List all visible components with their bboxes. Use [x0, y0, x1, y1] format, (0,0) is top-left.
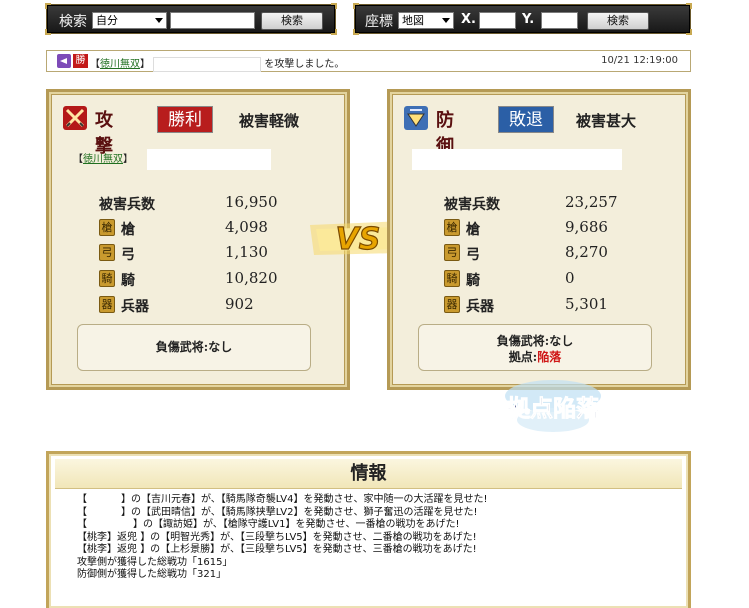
search-bar: 検索 自分 検索	[45, 3, 337, 35]
row-value: 0	[565, 269, 575, 287]
chevron-down-icon	[442, 18, 450, 23]
defense-row-cavalry: 騎 騎 0	[444, 269, 674, 289]
bow-icon: 弓	[444, 244, 460, 261]
map-select-value: 地図	[402, 14, 424, 27]
base-label: 拠点:	[508, 350, 538, 364]
y-label: Y.	[522, 12, 535, 27]
attack-row-cavalry: 騎 騎 10,820	[99, 269, 329, 289]
log-line: 【】の【武田晴信】が、【騎馬隊挟撃LV2】を発動させ、獅子奮迅の活躍を見せた!	[77, 506, 478, 518]
search-label: 検索	[59, 14, 87, 30]
horse-icon: 騎	[444, 270, 460, 287]
attack-result: 勝利	[157, 106, 213, 133]
row-label: 槍	[466, 222, 480, 238]
redacted-attacker	[147, 149, 271, 170]
row-label: 兵器	[466, 299, 494, 315]
row-value: 5,301	[565, 295, 608, 313]
crossed-swords-icon	[63, 106, 87, 130]
log-line: 【】の【諏訪姫】が、【槍隊守護LV1】を発動させ、一番槍の戦功をあげた!	[77, 519, 460, 530]
defense-wounded-box: 負傷武将:なし 拠点:陥落	[418, 324, 652, 371]
row-label: 弓	[466, 247, 480, 263]
row-label: 騎	[121, 273, 135, 289]
defense-total-value: 23,257	[565, 193, 618, 211]
shield-icon	[404, 106, 428, 130]
redacted-defender	[412, 149, 622, 170]
row-value: 4,098	[225, 218, 268, 236]
defense-damage-level: 被害甚大	[576, 112, 637, 130]
row-label: 弓	[121, 247, 135, 263]
search-scope-select[interactable]: 自分	[92, 12, 167, 29]
defense-row-spear: 槍 槍 9,686	[444, 218, 674, 238]
spear-icon: 槍	[444, 219, 460, 236]
log-line: 攻撃側が獲得した総戦功「1615」	[77, 556, 233, 568]
row-value: 9,686	[565, 218, 608, 236]
redacted-name	[153, 56, 262, 72]
info-title: 情報	[55, 459, 682, 489]
attack-total-value: 16,950	[225, 193, 278, 211]
chevron-down-icon	[155, 18, 163, 23]
attack-row-siege: 器 兵器 902	[99, 295, 329, 315]
spear-icon: 槍	[99, 219, 115, 236]
defense-row-bow: 弓 弓 8,270	[444, 243, 674, 263]
attack-panel: 攻撃 勝利 被害軽微 【徳川無双】 被害兵数 16,950 槍 槍 4,098 …	[46, 89, 350, 390]
siege-weapon-icon: 器	[99, 296, 115, 313]
row-value: 8,270	[565, 243, 608, 261]
vs-text: VS	[336, 222, 381, 257]
attacker-name: 【徳川無双】	[73, 154, 133, 165]
defense-total-label: 被害兵数	[444, 197, 500, 213]
search-button[interactable]: 検索	[261, 12, 323, 30]
coordinate-search-button[interactable]: 検索	[587, 12, 649, 30]
win-badge: 勝	[73, 54, 88, 68]
x-label: X.	[461, 12, 476, 27]
battle-notice: 勝 【徳川無双】 を攻撃しました。 10/21 12:19:00	[46, 50, 691, 72]
defense-panel: 防御 敗退 被害甚大 被害兵数 23,257 槍 槍 9,686 弓 弓 8,2…	[387, 89, 691, 390]
attack-row-bow: 弓 弓 1,130	[99, 243, 329, 263]
attack-wounded-text: 負傷武将:なし	[155, 340, 233, 354]
row-label: 槍	[121, 222, 135, 238]
log-line: 【桃李】返兜 】の【明智光秀】が、【三段撃ちLV5】を発動させ、二番槍の戦功をあ…	[77, 531, 477, 543]
base-status-line: 拠点:陥落	[419, 349, 651, 365]
coordinate-label: 座標	[365, 14, 393, 30]
search-scope-value: 自分	[96, 14, 118, 27]
attack-arrow-icon	[57, 54, 71, 68]
info-panel: 情報 【】の【吉川元春】が、【騎馬隊奇襲LV4】を発動させ、家中随一の大活躍を見…	[46, 451, 691, 608]
horse-icon: 騎	[99, 270, 115, 287]
search-input[interactable]	[170, 12, 255, 29]
siege-weapon-icon: 器	[444, 296, 460, 313]
defense-result: 敗退	[498, 106, 554, 133]
defense-wounded-text: 負傷武将:なし	[496, 334, 574, 348]
attacker-alliance-link[interactable]: 徳川無双	[83, 154, 123, 165]
attack-damage-level: 被害軽微	[239, 112, 300, 130]
notice-time: 10/21 12:19:00	[601, 55, 678, 66]
log-line: 【】の【吉川元春】が、【騎馬隊奇襲LV4】を発動させ、家中随一の大活躍を見せた!	[77, 494, 488, 505]
attack-total-label: 被害兵数	[99, 197, 155, 213]
notice-text: 【徳川無双】 を攻撃しました。	[90, 55, 344, 72]
info-log: 【】の【吉川元春】が、【騎馬隊奇襲LV4】を発動させ、家中随一の大活躍を見せた!…	[77, 494, 487, 582]
row-label: 兵器	[121, 299, 149, 315]
log-line: 【桃李】返兜 】の【上杉景勝】が、【三段撃ちLV5】を発動させ、三番槍の戦功をあ…	[77, 544, 477, 555]
row-value: 10,820	[225, 269, 278, 287]
base-fallen-text: 拠点陥落	[507, 395, 600, 422]
log-line: 防御側が獲得した総戦功「321」	[77, 569, 227, 580]
bow-icon: 弓	[99, 244, 115, 261]
x-coordinate-input[interactable]	[479, 12, 516, 29]
base-fallen-badge: 拠点陥落	[489, 376, 617, 436]
attack-wounded-box: 負傷武将:なし	[77, 324, 311, 371]
coordinate-search-bar: 座標 地図 X. Y. 検索	[353, 3, 692, 35]
row-value: 902	[225, 295, 254, 313]
attack-row-spear: 槍 槍 4,098	[99, 218, 329, 238]
map-select[interactable]: 地図	[398, 12, 454, 29]
y-coordinate-input[interactable]	[541, 12, 578, 29]
row-label: 騎	[466, 273, 480, 289]
defense-row-siege: 器 兵器 5,301	[444, 295, 674, 315]
base-status: 陥落	[537, 350, 562, 364]
row-value: 1,130	[225, 243, 268, 261]
alliance-link[interactable]: 徳川無双	[100, 59, 140, 70]
